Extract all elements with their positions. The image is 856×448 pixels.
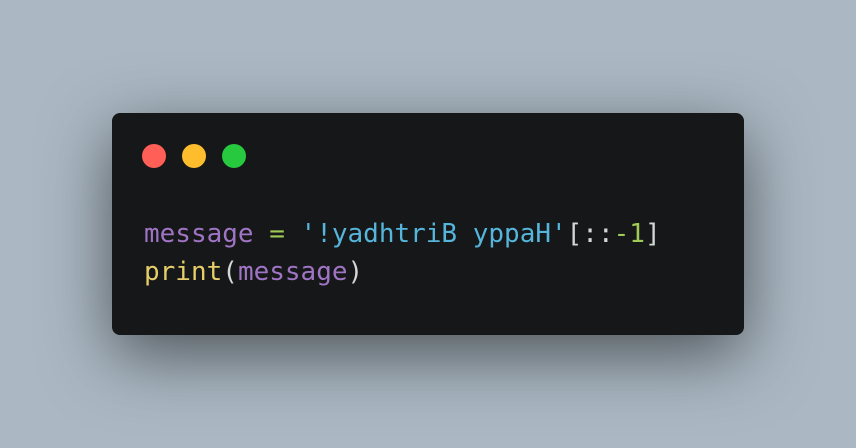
token-variable: message bbox=[237, 257, 348, 287]
token-function: print bbox=[144, 257, 223, 287]
token-number: -1 bbox=[613, 219, 645, 249]
code-block: message = '!yadhtriB yppaH'[::-1] print(m… bbox=[144, 215, 661, 291]
token-punctuation: [:: bbox=[566, 219, 614, 249]
token-punctuation: ( bbox=[222, 257, 238, 287]
minimize-button[interactable] bbox=[182, 144, 206, 168]
close-button[interactable] bbox=[142, 144, 166, 168]
code-line-2: print(message) bbox=[144, 253, 661, 291]
token-string: '!yadhtriB yppaH' bbox=[300, 219, 567, 249]
maximize-button[interactable] bbox=[222, 144, 246, 168]
code-line-1: message = '!yadhtriB yppaH'[::-1] bbox=[144, 215, 661, 253]
token-variable: message bbox=[144, 219, 254, 249]
token-punctuation: ] bbox=[644, 219, 661, 249]
window-controls bbox=[142, 144, 246, 168]
token-operator: = bbox=[269, 219, 285, 249]
code-window: message = '!yadhtriB yppaH'[::-1] print(m… bbox=[112, 113, 744, 335]
token-punctuation: ) bbox=[347, 257, 364, 287]
